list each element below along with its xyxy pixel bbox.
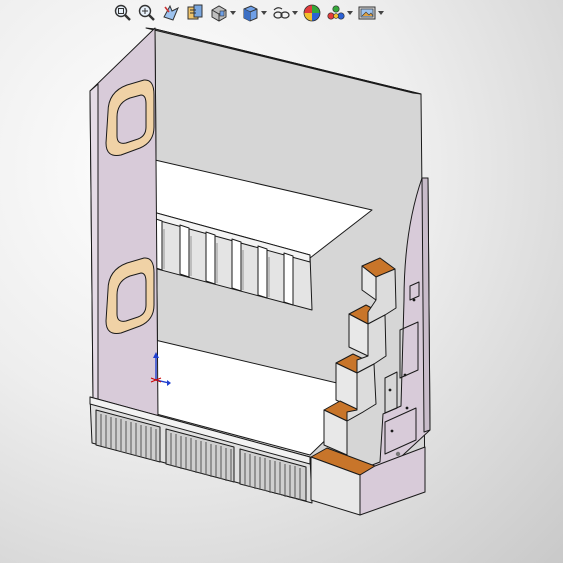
graphics-area[interactable] xyxy=(0,0,563,563)
bunk-bed-model[interactable] xyxy=(0,0,563,563)
